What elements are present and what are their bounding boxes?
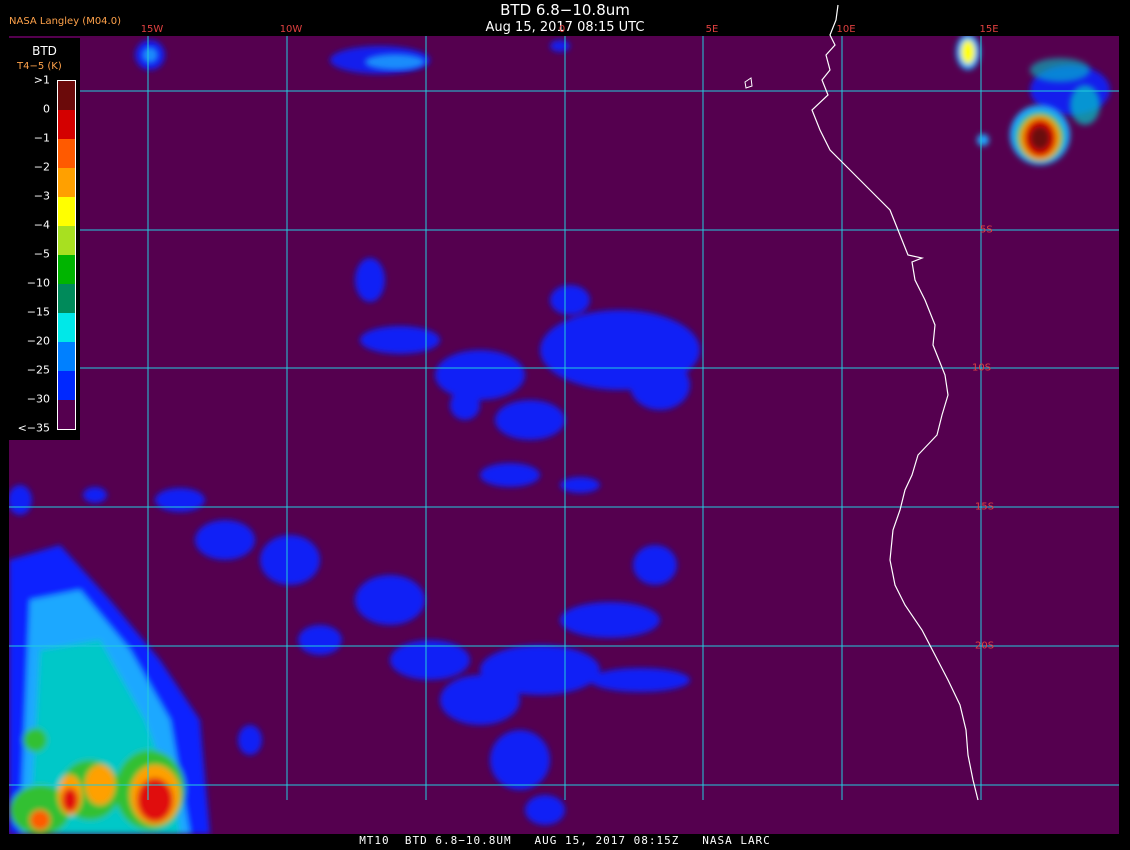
legend-swatch xyxy=(58,226,75,255)
legend-swatch xyxy=(58,197,75,226)
lon-label-5e: 5E xyxy=(705,24,719,35)
legend-swatch xyxy=(58,81,75,110)
lat-label-5s: 5S xyxy=(980,224,993,236)
legend-swatch xyxy=(58,168,75,197)
legend-swatch xyxy=(58,313,75,342)
legend-tick-label: −3 xyxy=(33,189,50,203)
satellite-map[interactable] xyxy=(0,0,1130,850)
lon-label-0: 0 xyxy=(558,24,566,35)
legend-tick-label: −25 xyxy=(26,363,50,377)
legend-tick-label: −4 xyxy=(33,218,50,232)
legend-tick-label: −2 xyxy=(33,160,50,174)
legend-tick-label: −5 xyxy=(33,247,50,261)
lon-label-10w: 10W xyxy=(279,24,303,35)
legend-color-bar xyxy=(57,80,76,430)
lat-label-20s: 20S xyxy=(975,640,995,652)
legend-tick-label: <−35 xyxy=(17,421,50,435)
map-title: BTD 6.8−10.8um xyxy=(500,1,630,19)
legend-tick-label: −15 xyxy=(26,305,50,319)
legend-tick-label: 0 xyxy=(43,102,50,116)
legend-tick-label: −1 xyxy=(33,131,50,145)
legend-tick-label: −30 xyxy=(26,392,50,406)
legend-tick-label: >1 xyxy=(33,73,50,87)
footer-caption: MT10 BTD 6.8−10.8UM AUG 15, 2017 08:15Z … xyxy=(359,834,771,847)
legend-swatch xyxy=(58,284,75,313)
lon-label-15w: 15W xyxy=(140,24,164,35)
legend-tick-label: −10 xyxy=(26,276,50,290)
legend-swatch xyxy=(58,371,75,400)
lat-label-15s: 15S xyxy=(975,501,995,513)
credit-label: NASA Langley (M04.0) xyxy=(9,16,121,27)
legend-title: BTD xyxy=(32,44,57,58)
legend-tick-label: −20 xyxy=(26,334,50,348)
lon-label-15e: 15E xyxy=(979,24,999,35)
color-legend: BTD T4−5 (K) >1 0 −1 −2 −3 −4 −5 −10 −15 −20 −25 −3… xyxy=(9,38,80,440)
legend-subtitle: T4−5 (K) xyxy=(17,61,62,72)
lat-label-10s: 10S xyxy=(972,362,992,374)
lon-label-10e: 10E xyxy=(836,24,856,35)
legend-swatch xyxy=(58,342,75,371)
legend-swatch xyxy=(58,400,75,429)
legend-swatch xyxy=(58,255,75,284)
legend-swatch xyxy=(58,139,75,168)
legend-swatch xyxy=(58,110,75,139)
